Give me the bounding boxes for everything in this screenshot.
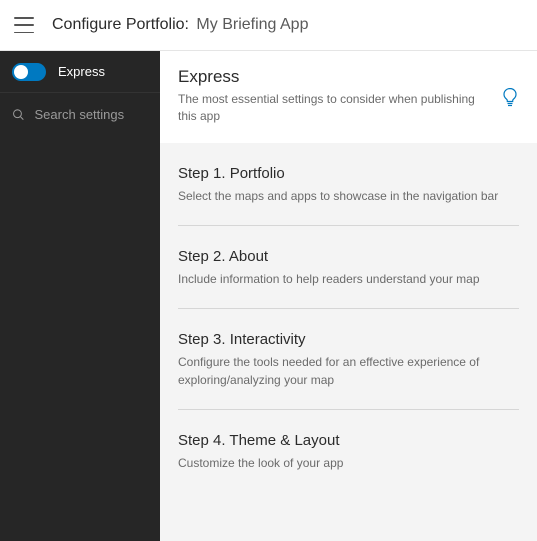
step-description: Select the maps and apps to showcase in … [178, 188, 519, 205]
step-heading: Step 4. Theme & Layout [178, 432, 519, 449]
main-panel: Express The most essential settings to c… [160, 51, 537, 541]
intro-section: Express The most essential settings to c… [160, 51, 537, 143]
app-header: Configure Portfolio: My Briefing App [0, 0, 537, 51]
step-portfolio[interactable]: Step 1. Portfolio Select the maps and ap… [178, 143, 519, 226]
menu-icon[interactable] [14, 17, 34, 33]
sidebar: Express [0, 51, 160, 541]
step-heading: Step 3. Interactivity [178, 331, 519, 348]
step-interactivity[interactable]: Step 3. Interactivity Configure the tool… [178, 309, 519, 410]
express-toggle[interactable] [12, 63, 46, 81]
steps-list: Step 1. Portfolio Select the maps and ap… [160, 143, 537, 493]
search-input[interactable] [35, 107, 148, 122]
intro-description: The most essential settings to consider … [178, 91, 489, 125]
step-heading: Step 1. Portfolio [178, 165, 519, 182]
step-about[interactable]: Step 2. About Include information to hel… [178, 226, 519, 309]
step-description: Include information to help readers unde… [178, 271, 519, 288]
lightbulb-icon[interactable] [501, 87, 519, 109]
search-icon [12, 107, 25, 122]
search-row [0, 93, 160, 135]
step-description: Configure the tools needed for an effect… [178, 354, 519, 389]
step-description: Customize the look of your app [178, 455, 519, 472]
express-toggle-label: Express [58, 64, 105, 79]
intro-title: Express [178, 67, 489, 87]
step-heading: Step 2. About [178, 248, 519, 265]
step-theme-layout[interactable]: Step 4. Theme & Layout Customize the loo… [178, 410, 519, 492]
page-title: Configure Portfolio: My Briefing App [52, 16, 308, 34]
title-value: My Briefing App [196, 16, 308, 33]
title-prefix: Configure Portfolio: [52, 16, 189, 33]
express-toggle-row: Express [0, 51, 160, 93]
